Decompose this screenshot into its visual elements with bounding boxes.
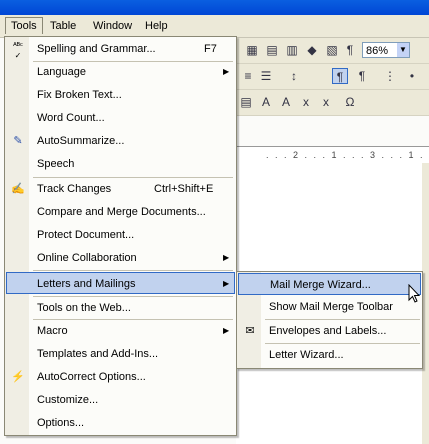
standard-toolbar: ▦ ▤ ▥ ◆ ▧ ¶ 86% ▼ — [236, 38, 429, 64]
menu-separator — [33, 270, 233, 271]
bullets-icon[interactable]: • — [404, 68, 420, 84]
menu-item-language[interactable]: Language ▶ — [6, 61, 235, 83]
drawing-icon[interactable]: ◆ — [304, 42, 320, 58]
tools-menu: ᴬᴮᶜ ✓ Spelling and Grammar... F7 Language… — [4, 36, 237, 436]
menu-item-compare-merge[interactable]: Compare and Merge Documents... — [6, 201, 235, 223]
menu-item-word-count[interactable]: Word Count... — [6, 107, 235, 129]
menu-item-speech[interactable]: Speech — [6, 153, 235, 175]
chevron-right-icon: ▶ — [223, 279, 230, 288]
columns-icon[interactable]: ▥ — [284, 42, 300, 58]
autocorrect-icon: ⚡ — [11, 371, 25, 383]
insert-table-icon[interactable]: ▦ — [244, 42, 260, 58]
chevron-right-icon: ▶ — [223, 67, 230, 76]
envelope-icon: ✉ — [245, 325, 255, 337]
subscript-icon[interactable]: x — [318, 94, 334, 110]
numbering-icon[interactable]: ⋮ — [382, 68, 398, 84]
menu-item-spelling[interactable]: ᴬᴮᶜ ✓ Spelling and Grammar... F7 — [6, 38, 235, 60]
chevron-right-icon: ▶ — [223, 253, 230, 262]
horizontal-ruler: . . . 2 . . . 1 . . . 3 . . . 1 . . . 4 … — [236, 146, 429, 164]
menu-item-macro[interactable]: Macro ▶ — [6, 320, 235, 342]
right-to-left-icon[interactable]: ¶ — [354, 68, 370, 84]
insert-excel-icon[interactable]: ▤ — [264, 42, 280, 58]
menu-table[interactable]: Table — [45, 18, 81, 34]
menu-item-online-collaboration[interactable]: Online Collaboration ▶ — [6, 247, 235, 269]
zoom-box[interactable]: 86% ▼ — [362, 42, 410, 58]
justify-icon[interactable]: ☰ — [258, 68, 274, 84]
menu-item-options[interactable]: Options... — [6, 412, 235, 434]
format-icon[interactable]: ▤ — [238, 94, 254, 110]
menu-bar: Tools Table Window Help — [0, 15, 429, 38]
font-size-icon[interactable]: A — [258, 94, 274, 110]
menu-item-envelopes-labels[interactable]: ✉ Envelopes and Labels... — [238, 320, 421, 342]
menu-item-show-mail-merge-toolbar[interactable]: Show Mail Merge Toolbar — [238, 296, 421, 318]
mouse-pointer-icon — [408, 284, 420, 303]
menu-item-letters-and-mailings[interactable]: Letters and Mailings ▶ — [6, 272, 235, 294]
menu-item-letter-wizard[interactable]: Letter Wizard... — [238, 344, 421, 366]
spelling-icon: ᴬᴮᶜ ✓ — [13, 41, 23, 60]
menu-item-tools-on-the-web[interactable]: Tools on the Web... — [6, 297, 235, 319]
track-changes-icon: ✍ — [11, 183, 25, 195]
chevron-down-icon[interactable]: ▼ — [397, 43, 409, 57]
menu-window[interactable]: Window — [88, 18, 137, 34]
left-to-right-icon[interactable]: ¶ — [332, 68, 348, 84]
document-map-icon[interactable]: ▧ — [324, 42, 340, 58]
menu-item-autosummarize[interactable]: ✎ AutoSummarize... — [6, 130, 235, 152]
menu-item-customize[interactable]: Customize... — [6, 389, 235, 411]
menu-item-mail-merge-wizard[interactable]: Mail Merge Wizard... — [238, 273, 421, 295]
menu-item-protect-document[interactable]: Protect Document... — [6, 224, 235, 246]
superscript-icon[interactable]: x — [298, 94, 314, 110]
menu-item-templates-addins[interactable]: Templates and Add-Ins... — [6, 343, 235, 365]
formatting-toolbar: ≡ ☰ ↕ ¶ ¶ ⋮ • — [236, 64, 429, 90]
character-spacing-icon[interactable]: A — [278, 94, 294, 110]
align-right-icon[interactable]: ≡ — [240, 68, 256, 84]
chevron-right-icon: ▶ — [223, 326, 230, 335]
special-icon[interactable]: Ω — [342, 94, 358, 110]
autosummarize-icon: ✎ — [13, 135, 23, 147]
menu-item-fix-broken-text[interactable]: Fix Broken Text... — [6, 84, 235, 106]
extra-toolbar: ▤ A A x x Ω — [236, 90, 429, 116]
line-spacing-icon[interactable]: ↕ — [286, 68, 302, 84]
show-hide-icon[interactable]: ¶ — [342, 42, 358, 58]
menu-item-autocorrect[interactable]: ⚡ AutoCorrect Options... — [6, 366, 235, 388]
window-title-bar — [0, 0, 429, 15]
menu-item-track-changes[interactable]: ✍ Track Changes Ctrl+Shift+E — [6, 178, 235, 200]
document-edge — [422, 163, 429, 444]
menu-tools[interactable]: Tools — [5, 17, 43, 34]
menu-help[interactable]: Help — [140, 18, 173, 34]
letters-mailings-submenu: Mail Merge Wizard... Show Mail Merge Too… — [236, 271, 423, 369]
